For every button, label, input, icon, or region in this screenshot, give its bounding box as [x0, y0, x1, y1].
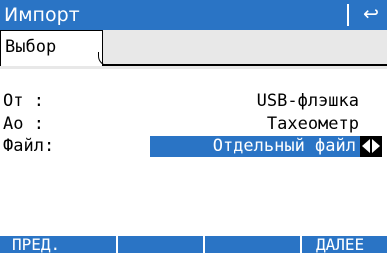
softkey-divider [116, 236, 118, 253]
file-selector-value: Отдельный файл [212, 136, 356, 156]
tab-selection[interactable]: Выбор [0, 30, 103, 66]
field-label-to: Ао : [3, 114, 44, 134]
title-bar: Импорт ↩ [0, 0, 387, 30]
left-right-arrows-icon[interactable] [360, 136, 382, 157]
tab-underline [102, 64, 387, 66]
window-title: Импорт [4, 4, 80, 26]
field-value-from[interactable]: USB-флэшка [257, 91, 359, 111]
tab-strip: Выбор [0, 30, 387, 69]
softkey-bar: ПРЕД. ДАЛЕЕ [0, 235, 387, 254]
field-row-from: От : USB-флэшка [0, 91, 387, 111]
file-selector[interactable]: Отдельный файл [150, 136, 360, 157]
field-row-file: Файл: Отдельный файл [0, 136, 387, 157]
title-separator [347, 4, 349, 26]
arrow-left-icon[interactable] [362, 139, 370, 153]
softkey-divider [203, 236, 205, 253]
tab-label: Выбор [5, 37, 57, 57]
field-label-from: От : [3, 91, 44, 111]
arrow-right-icon[interactable] [372, 139, 380, 153]
import-screen: Импорт ↩ Выбор От : USB-флэшка Ао : Тахе… [0, 0, 387, 254]
main-content: От : USB-флэшка Ао : Тахеометр Файл: Отд… [0, 69, 387, 236]
softkey-divider [300, 236, 302, 253]
field-label-file: Файл: [3, 136, 55, 156]
back-icon[interactable]: ↩ [360, 1, 382, 27]
field-row-to: Ао : Тахеометр [0, 114, 387, 134]
prev-button[interactable]: ПРЕД. [12, 235, 60, 254]
next-button[interactable]: ДАЛЕЕ [316, 235, 364, 254]
field-value-to[interactable]: Тахеометр [267, 114, 359, 134]
